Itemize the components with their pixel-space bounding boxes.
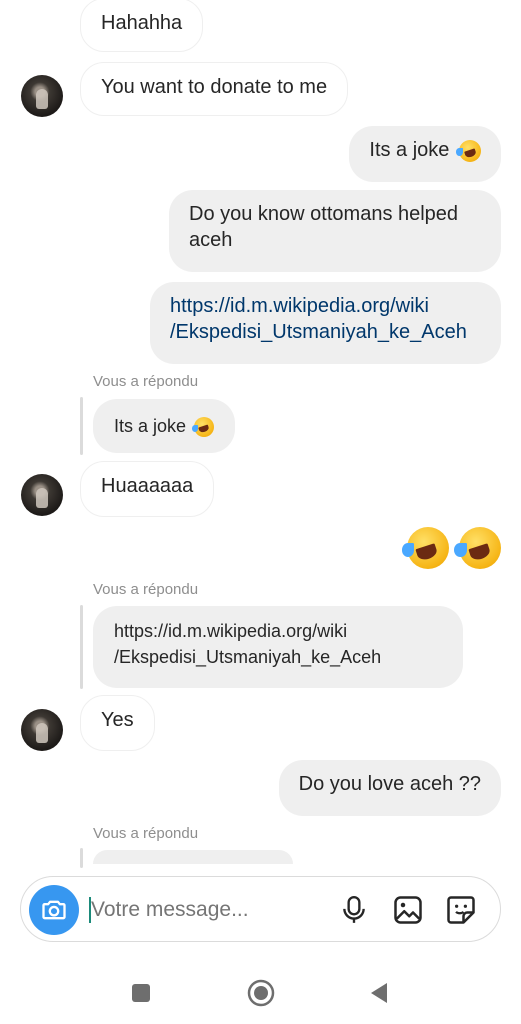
incoming-message[interactable]: You want to donate to me xyxy=(80,62,349,116)
reply-bar xyxy=(80,397,83,455)
incoming-message[interactable]: Yes xyxy=(80,695,155,751)
link-text[interactable]: /Ekspedisi_Utsmaniyah_ke_Aceh xyxy=(170,319,481,345)
message-text: Yes xyxy=(101,709,134,731)
rolling-laughing-emoji-icon xyxy=(456,139,481,162)
incoming-message[interactable]: Huaaaaaa xyxy=(80,461,215,517)
avatar[interactable] xyxy=(21,709,63,751)
message-input[interactable] xyxy=(91,891,321,929)
recents-button[interactable] xyxy=(126,978,156,1008)
gallery-icon xyxy=(394,896,422,924)
replied-message-preview[interactable]: https://id.m.wikipedia.org/wiki /Ekspedi… xyxy=(93,606,463,688)
sticker-icon xyxy=(447,896,475,924)
camera-icon xyxy=(42,900,66,920)
message-text: Its a joke xyxy=(114,416,187,436)
message-text: You want to donate to me xyxy=(101,76,328,98)
sticker-button[interactable] xyxy=(444,893,478,927)
link-text[interactable]: https://id.m.wikipedia.org/wiki xyxy=(170,293,481,319)
camera-button[interactable] xyxy=(29,885,79,935)
reply-label: Vous a répondu xyxy=(93,825,199,842)
reply-label: Vous a répondu xyxy=(93,581,199,598)
avatar[interactable] xyxy=(21,474,63,516)
message-composer xyxy=(20,876,501,942)
back-button[interactable] xyxy=(364,978,394,1008)
message-text: Hahahha xyxy=(101,12,183,34)
message-text: Do you love aceh ?? xyxy=(298,773,481,795)
rolling-laughing-emoji-icon xyxy=(401,527,449,569)
home-icon xyxy=(247,979,275,1007)
reply-bar xyxy=(80,605,83,689)
reply-label: Vous a répondu xyxy=(93,373,199,390)
outgoing-link-message[interactable]: https://id.m.wikipedia.org/wiki /Ekspedi… xyxy=(150,282,501,364)
rolling-laughing-emoji-icon xyxy=(191,417,215,438)
message-text: Do you know ottomans helped aceh xyxy=(189,203,459,251)
microphone-button[interactable] xyxy=(337,893,371,927)
message-text: https://id.m.wikipedia.org/wiki xyxy=(114,621,348,641)
outgoing-emoji-message[interactable] xyxy=(401,527,501,573)
message-text: /Ekspedisi_Utsmaniyah_ke_Aceh xyxy=(114,647,382,667)
incoming-message[interactable]: Hahahha xyxy=(80,0,204,52)
rolling-laughing-emoji-icon xyxy=(453,527,501,569)
replied-message-preview[interactable] xyxy=(93,850,293,864)
back-icon xyxy=(371,983,387,1003)
reply-bar xyxy=(80,848,83,868)
avatar[interactable] xyxy=(21,75,63,117)
message-text: Huaaaaaa xyxy=(101,475,194,497)
microphone-icon xyxy=(343,895,365,923)
recents-icon xyxy=(132,984,150,1002)
outgoing-message[interactable]: Do you know ottomans helped aceh xyxy=(169,190,501,272)
message-text: Its a joke xyxy=(369,139,450,161)
home-button[interactable] xyxy=(244,976,278,1010)
gallery-button[interactable] xyxy=(391,893,425,927)
outgoing-message[interactable]: Its a joke xyxy=(349,126,501,182)
replied-message-preview[interactable]: Its a joke xyxy=(93,399,236,453)
outgoing-message[interactable]: Do you love aceh ?? xyxy=(278,760,501,816)
